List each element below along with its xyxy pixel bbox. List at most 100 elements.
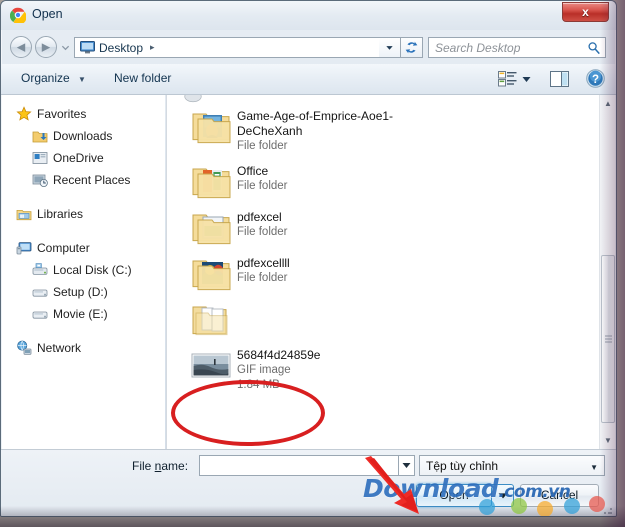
refresh-icon <box>405 41 418 54</box>
new-folder-button[interactable]: New folder <box>114 71 171 85</box>
gif-thumbnail-icon <box>191 353 231 378</box>
close-button[interactable]: x <box>562 2 609 22</box>
filename-input[interactable] <box>199 455 398 476</box>
refresh-button[interactable] <box>400 37 423 58</box>
libraries-icon <box>16 206 32 222</box>
file-type-value: Tệp tùy chỉnh <box>426 459 499 473</box>
dialog-footer: File name: Tệp tùy chỉnh ▼ Open Cancel <box>1 449 616 516</box>
chevron-down-icon: ▼ <box>590 463 598 472</box>
monitor-icon <box>80 41 95 54</box>
file-type: File folder <box>237 140 288 152</box>
folder-with-green-icon <box>192 214 231 245</box>
sidebar-item-network[interactable]: Network <box>16 337 165 359</box>
sidebar-item-local-disk-c-[interactable]: Local Disk (C:) <box>16 259 165 281</box>
file-icon <box>185 346 237 393</box>
file-type: File folder <box>237 272 288 284</box>
open-split-dropdown[interactable] <box>492 484 514 507</box>
recent-places-icon <box>32 174 48 187</box>
view-options-chevron-down-icon[interactable] <box>522 76 531 83</box>
scrollbar-grip-icon <box>605 335 612 343</box>
network-icon <box>16 340 32 356</box>
breadcrumb-separator-icon: ▸ <box>150 42 155 52</box>
file-list-item[interactable]: pdfexcel File folder <box>167 204 603 250</box>
star-icon <box>16 106 32 122</box>
sidebar-item-label: Downloads <box>53 129 113 143</box>
resize-grip[interactable] <box>603 505 613 515</box>
chevron-down-icon <box>402 463 411 468</box>
recent-places-icon <box>32 172 48 188</box>
cancel-button[interactable]: Cancel <box>520 484 599 507</box>
scroll-down-arrow-icon[interactable]: ▼ <box>600 432 616 449</box>
file-list-scrollbar[interactable]: ▲ ▼ <box>599 95 615 449</box>
title-bar[interactable]: Open x <box>1 1 616 30</box>
drive-icon <box>32 289 48 297</box>
drive-icon <box>32 306 48 322</box>
file-name: Office <box>237 164 269 178</box>
empty-folder-icon <box>192 306 228 336</box>
drive-icon <box>32 311 48 319</box>
chevron-down-icon <box>498 492 507 498</box>
sidebar-item-recent-places[interactable]: Recent Places <box>16 169 165 191</box>
search-input[interactable]: Search Desktop <box>428 37 606 58</box>
sidebar-item-downloads[interactable]: Downloads <box>16 125 165 147</box>
file-icon <box>185 254 237 292</box>
sidebar-item-favorites[interactable]: Favorites <box>16 103 165 125</box>
scroll-up-arrow-icon[interactable]: ▲ <box>600 95 616 112</box>
file-list-pane[interactable]: Game-Age-of-Emprice-Aoe1-DeCheXanh File f… <box>166 95 603 449</box>
file-list-item-partial[interactable] <box>167 95 603 103</box>
chrome-logo-icon <box>10 7 26 23</box>
filename-label-pre: File <box>132 459 155 473</box>
address-dropdown-button[interactable] <box>379 37 400 58</box>
system-drive-icon <box>32 262 48 278</box>
file-info: Office File folder <box>237 162 288 200</box>
folder-with-office-icon <box>192 168 231 199</box>
file-list-item[interactable] <box>167 296 603 342</box>
network-icon <box>17 340 32 355</box>
sidebar-item-libraries[interactable]: Libraries <box>16 203 165 225</box>
sidebar-item-label: Movie (E:) <box>53 307 108 321</box>
svg-text:?: ? <box>592 74 599 86</box>
sidebar-item-label: Recent Places <box>53 173 131 187</box>
breadcrumb-desktop[interactable]: Desktop <box>99 41 143 55</box>
scrollbar-thumb[interactable] <box>601 255 615 423</box>
recent-locations-chevron-down-icon[interactable] <box>61 43 70 52</box>
file-list-item[interactable]: Office File folder <box>167 158 603 204</box>
file-type-select[interactable]: Tệp tùy chỉnh ▼ <box>419 455 605 476</box>
file-size: 1.84 MB <box>237 379 280 391</box>
libraries-icon <box>16 210 32 221</box>
back-button[interactable]: ◀ <box>10 36 32 58</box>
downloads-folder-icon <box>32 128 48 144</box>
sidebar-item-onedrive[interactable]: OneDrive <box>16 147 165 169</box>
help-question-icon[interactable]: ? <box>586 69 605 88</box>
computer-icon <box>16 240 32 256</box>
chevron-down-icon: ▼ <box>78 75 86 84</box>
folder-with-colors-icon <box>192 260 231 291</box>
command-bar: Organize ▼ New folder ? <box>1 64 616 95</box>
forward-arrow-icon: ▶ <box>41 41 51 54</box>
view-options-icon[interactable] <box>498 70 517 88</box>
filename-label-post: ame: <box>161 459 189 473</box>
search-icon[interactable] <box>587 41 601 55</box>
sidebar-item-setup-d-[interactable]: Setup (D:) <box>16 281 165 303</box>
chevron-down-icon <box>386 46 393 50</box>
file-name: pdfexcel <box>237 210 282 224</box>
file-type: GIF image <box>237 364 291 376</box>
onedrive-icon <box>32 152 48 164</box>
file-list-item[interactable]: Game-Age-of-Emprice-Aoe1-DeCheXanh File f… <box>167 103 603 158</box>
address-bar[interactable]: Desktop ▸ <box>74 37 379 58</box>
forward-button[interactable]: ▶ <box>35 36 57 58</box>
navigation-tree: Favorites Downloads OneDrive Recent Places L… <box>2 95 165 359</box>
preview-pane-icon[interactable] <box>550 70 569 88</box>
sidebar-item-computer[interactable]: Computer <box>16 237 165 259</box>
sidebar-item-movie-e-[interactable]: Movie (E:) <box>16 303 165 325</box>
file-info: 5684f4d24859e GIF image 1.84 MB <box>237 346 320 393</box>
file-list-item[interactable]: pdfexcellll File folder <box>167 250 603 296</box>
sidebar-item-label: Network <box>37 341 82 355</box>
organize-button[interactable]: Organize ▼ <box>21 71 86 85</box>
filename-history-dropdown[interactable] <box>398 455 415 476</box>
file-icon <box>185 162 237 200</box>
file-list-item[interactable]: 5684f4d24859e GIF image 1.84 MB <box>167 342 603 397</box>
partial-icon <box>184 95 202 103</box>
